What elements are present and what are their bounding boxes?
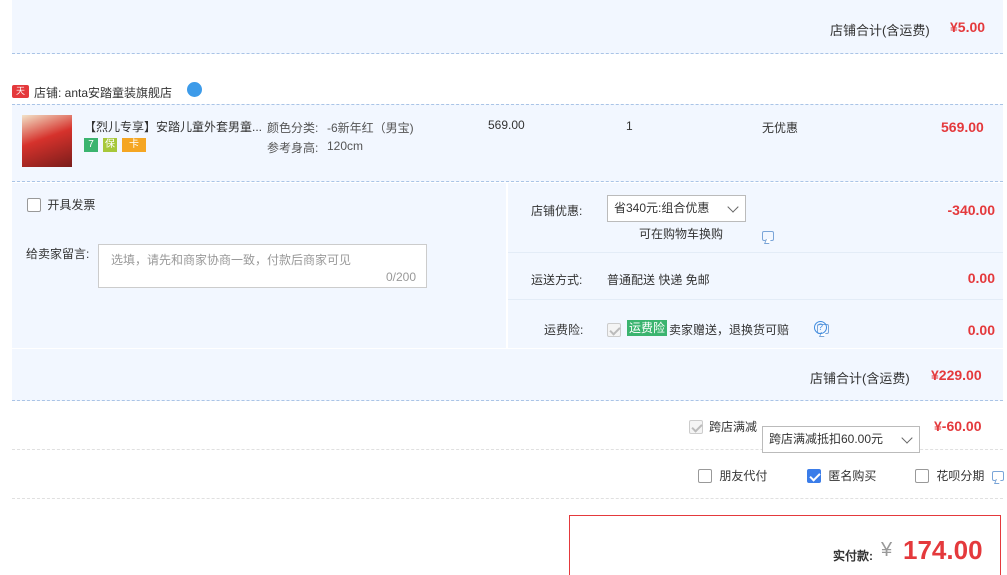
top-total-bar: 店铺合计(含运费) ¥5.00: [12, 0, 1003, 54]
insurance-text: 卖家赠送，退换货可赔: [669, 323, 790, 337]
shop-name-link[interactable]: 店铺: anta安踏童装旗舰店: [34, 84, 172, 101]
payment-box: 实付款: ¥ 174.00: [569, 515, 1001, 575]
shop-total-value: ¥229.00: [931, 367, 982, 383]
message-counter: 0/200: [385, 270, 416, 284]
shop-discount-select-value: 省340元:组合优惠: [614, 201, 710, 215]
shop-total-bar: 店铺合计(含运费) ¥229.00: [12, 349, 1003, 401]
huabei-option[interactable]: 花呗分期: [915, 467, 1004, 484]
order-options-left: 开具发票 给卖家留言: 选填，请先和商家协商一致，付款后商家可见 0/200: [12, 183, 506, 348]
insurance-row: 运费险: 运费险 卖家赠送，退换货可赔 ? 0.00: [508, 301, 1003, 348]
order-options-right: 店铺优惠: 省340元:组合优惠 可在购物车换购 -340.00 运送方式: 普…: [508, 183, 1003, 348]
huabei-checkbox[interactable]: [915, 468, 929, 483]
invoice-checkbox[interactable]: [27, 197, 41, 212]
discount-comment-icon[interactable]: [762, 231, 774, 241]
huabei-label: 花呗分期: [936, 469, 985, 483]
shop-discount-label: 店铺优惠:: [531, 204, 583, 218]
payment-value: 174.00: [903, 535, 983, 565]
shop-discount-row: 店铺优惠: 省340元:组合优惠 可在购物车换购 -340.00: [508, 183, 1003, 253]
shop-discount-select[interactable]: 省340元:组合优惠: [607, 195, 746, 222]
cross-store-checkbox: [689, 419, 703, 434]
color-label: 颜色分类:: [267, 121, 319, 135]
item-discount: 无优惠: [762, 121, 799, 135]
payment-label: 实付款:: [833, 549, 873, 563]
top-total-value: ¥5.00: [950, 19, 986, 35]
tmall-badge-icon: 天猫: [12, 85, 29, 109]
huabei-comment-icon[interactable]: [991, 470, 1004, 481]
product-thumbnail[interactable]: [22, 115, 72, 167]
anonymous-checkbox[interactable]: [807, 468, 821, 483]
insurance-label: 运费险:: [544, 323, 584, 337]
chevron-down-icon: [901, 432, 913, 444]
badge-card-icon: 卡: [122, 138, 146, 152]
friend-pay-option[interactable]: 朋友代付: [698, 467, 767, 484]
friend-pay-checkbox[interactable]: [698, 468, 712, 483]
friend-pay-label: 朋友代付: [719, 469, 768, 483]
shipping-label: 运送方式:: [531, 273, 583, 287]
invoice-toggle[interactable]: 开具发票: [27, 196, 95, 213]
cross-store-value: ¥-60.00: [934, 418, 982, 434]
shop-total-label: 店铺合计(含运费): [810, 371, 910, 386]
cross-store-label: 跨店满减: [709, 420, 758, 434]
badge-guarantee-icon: 保: [103, 138, 117, 152]
invoice-label: 开具发票: [47, 198, 96, 212]
shop-discount-value: -340.00: [947, 202, 995, 218]
anonymous-option[interactable]: 匿名购买: [807, 467, 876, 484]
insurance-value: 0.00: [967, 322, 995, 338]
item-subtotal: 569.00: [941, 119, 984, 135]
badge-7day-icon: 7: [84, 138, 98, 152]
item-row: 【烈儿专享】安踏儿童外套男童... 7 保 卡 颜色分类: -6新年红（男宝) …: [12, 104, 1003, 182]
anonymous-label: 匿名购买: [828, 469, 877, 483]
wangwang-chat-icon[interactable]: [187, 82, 202, 97]
pay-options-row: 朋友代付 匿名购买 花呗分期: [12, 451, 1004, 499]
message-textarea[interactable]: 选填，请先和商家协商一致，付款后商家可见 0/200: [98, 244, 427, 288]
shipping-row: 运送方式: 普通配送 快递 免邮 0.00: [508, 254, 1003, 300]
color-value: -6新年红（男宝): [327, 121, 414, 135]
cross-store-select-value: 跨店满减抵扣60.00元: [769, 431, 884, 446]
shipping-value: 0.00: [967, 270, 995, 286]
size-label: 参考身高:: [267, 141, 319, 155]
insurance-checkbox: [607, 322, 621, 337]
top-total-label: 店铺合计(含运费): [830, 23, 930, 38]
message-placeholder: 选填，请先和商家协商一致，付款后商家可见: [111, 253, 352, 267]
payment-currency: ¥: [881, 539, 893, 561]
unit-price: 569.00: [488, 118, 525, 132]
help-question-icon[interactable]: ?: [814, 321, 827, 334]
message-label: 给卖家留言:: [26, 247, 90, 261]
chevron-down-icon: [727, 201, 739, 213]
shipping-text: 普通配送 快递 免邮: [607, 273, 710, 287]
product-title-link[interactable]: 【烈儿专享】安踏儿童外套男童...: [84, 118, 262, 135]
shop-discount-hint: 可在购物车换购: [639, 227, 724, 241]
quantity: 1: [626, 119, 633, 133]
cross-store-select[interactable]: 跨店满减抵扣60.00元: [762, 425, 920, 453]
cross-store-row: 跨店满减 跨店满减抵扣60.00元 ¥-60.00: [12, 402, 1003, 453]
size-value: 120cm: [327, 139, 364, 153]
insurance-tag: 运费险: [627, 320, 668, 336]
